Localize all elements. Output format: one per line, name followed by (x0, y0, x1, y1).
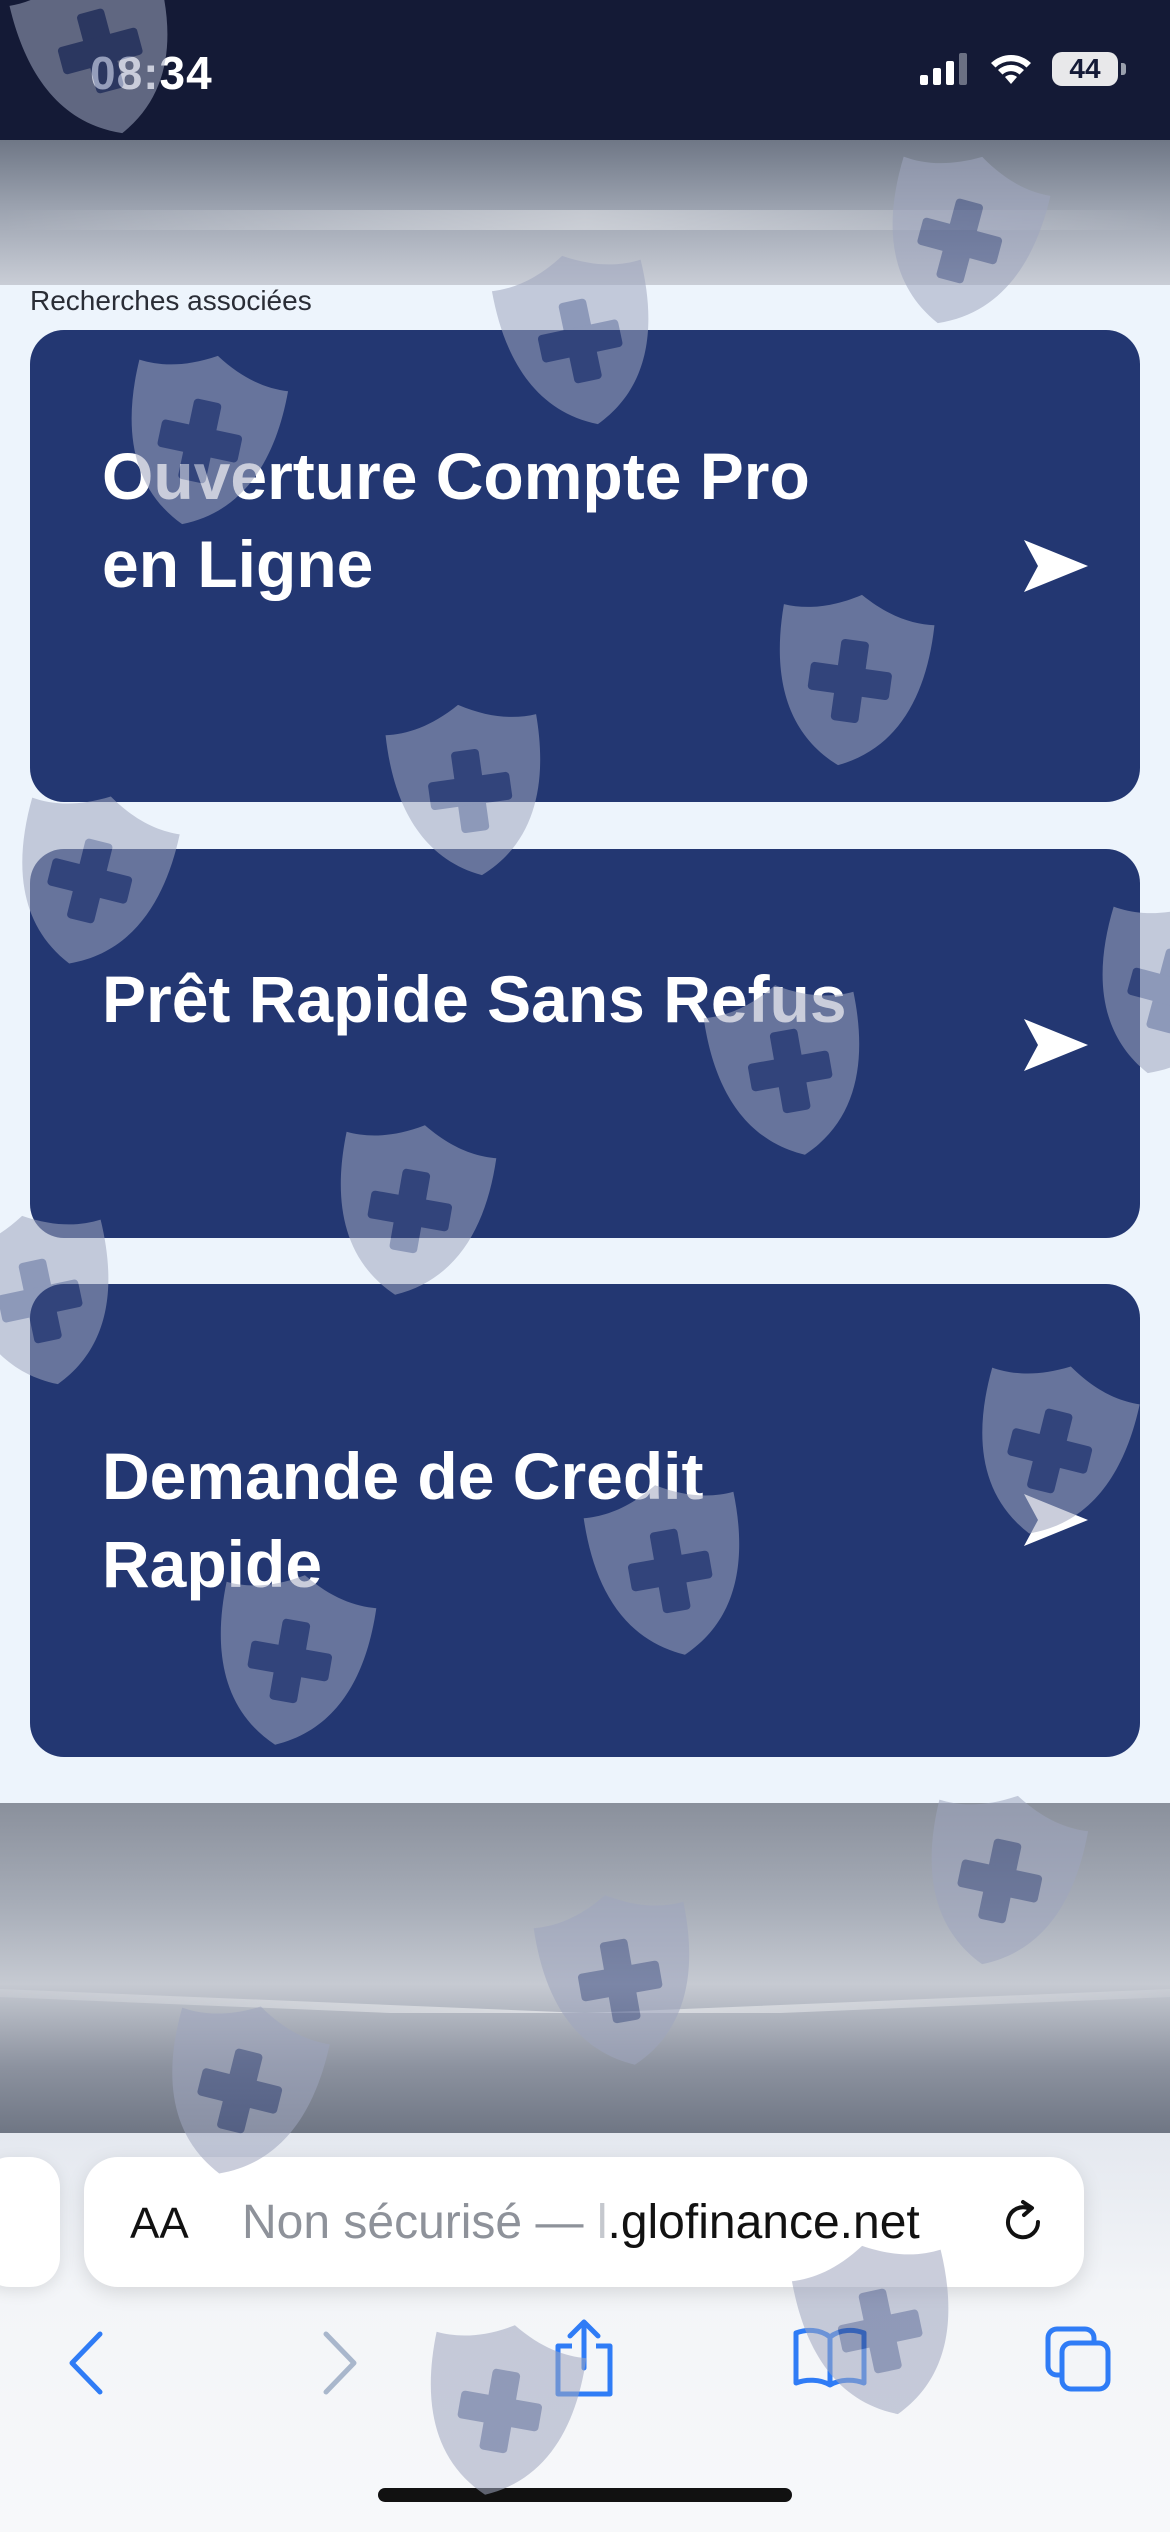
send-arrow-icon (1024, 540, 1088, 592)
status-icons: 44 (920, 52, 1126, 86)
related-search-card-3[interactable]: Demande de Credit Rapide (30, 1284, 1140, 1757)
reload-icon[interactable] (998, 2197, 1048, 2247)
battery-icon: 44 (1052, 52, 1126, 86)
forward-icon[interactable] (320, 2328, 360, 2398)
hero-image-bottom (0, 1803, 1170, 2133)
wifi-icon (991, 55, 1031, 84)
related-search-card-2[interactable]: Prêt Rapide Sans Refus (30, 849, 1140, 1238)
card-title: Prêt Rapide Sans Refus (102, 955, 952, 1043)
share-icon[interactable] (552, 2318, 616, 2398)
status-bar: 08:34 44 (0, 0, 1170, 140)
url-domain: .glofinance.net (607, 2196, 920, 2249)
previous-tab-peek[interactable] (0, 2157, 60, 2287)
tabs-icon[interactable] (1044, 2325, 1114, 2395)
related-search-card-1[interactable]: Ouverture Compte Pro en Ligne (30, 330, 1140, 802)
card-title-line: en Ligne (102, 527, 374, 601)
bookmarks-icon[interactable] (792, 2325, 868, 2389)
signal-icon (920, 53, 967, 85)
send-arrow-icon (1024, 1019, 1088, 1071)
card-title: Demande de Credit Rapide (102, 1432, 952, 1608)
card-title-line: Demande de Credit (102, 1439, 704, 1513)
url-truncated: l (596, 2196, 608, 2249)
card-title-line: Prêt Rapide Sans Refus (102, 962, 847, 1036)
related-searches-section: Recherches associées Ouverture Compte Pr… (0, 285, 1170, 1803)
browser-chrome: AA Non sécurisé — l.glofinance.net (0, 2133, 1170, 2532)
section-label: Recherches associées (30, 285, 312, 316)
card-title-line: Ouverture Compte Pro (102, 439, 810, 513)
text-size-label: AA (130, 2199, 189, 2248)
address-bar[interactable]: AA Non sécurisé — l.glofinance.net (84, 2157, 1084, 2287)
card-title-line: Rapide (102, 1527, 323, 1601)
hero-image-top (0, 140, 1170, 285)
text-size-button[interactable]: AA (130, 2199, 189, 2249)
status-time: 08:34 (90, 47, 213, 99)
card-title: Ouverture Compte Pro en Ligne (102, 432, 952, 608)
home-indicator (378, 2488, 792, 2502)
battery-level: 44 (1069, 53, 1101, 84)
send-arrow-icon (1024, 1494, 1088, 1546)
back-icon[interactable] (66, 2328, 106, 2398)
url-field[interactable]: Non sécurisé — l.glofinance.net (242, 2195, 920, 2250)
security-warning: Non sécurisé — (242, 2196, 584, 2249)
